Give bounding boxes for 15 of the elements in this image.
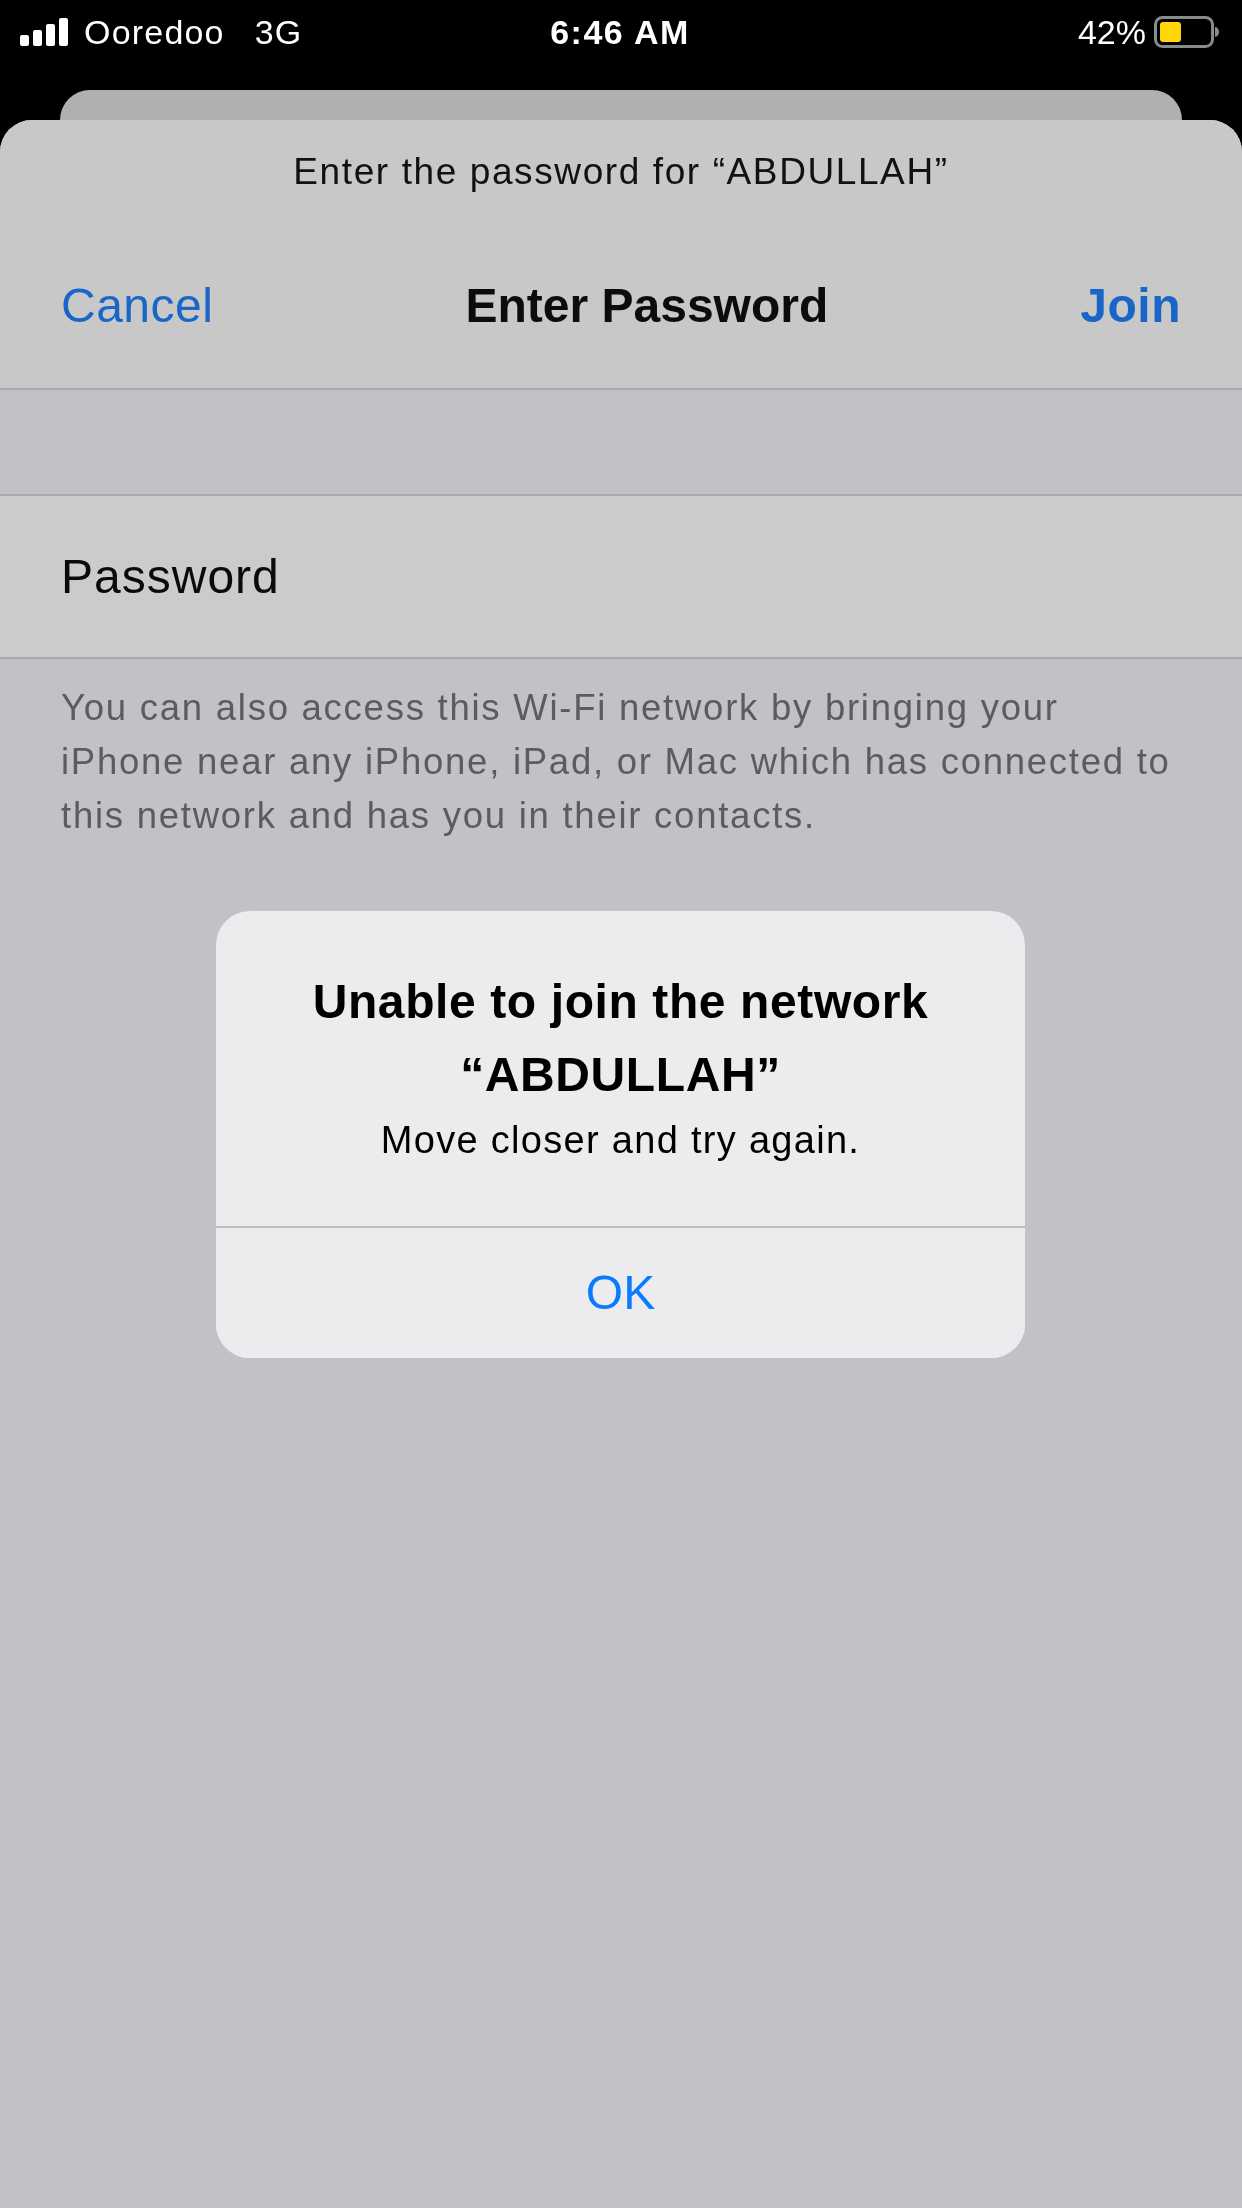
carrier-name: Ooredoo <box>84 11 225 53</box>
battery-icon <box>1154 16 1220 48</box>
join-button[interactable]: Join <box>1080 276 1181 336</box>
alert-title: Unable to join the network “ABDULLAH” <box>312 975 929 1101</box>
footer-text: You can also access this Wi-Fi network by bringing your iPhone near any iPhone, iPad, or Mac which has connected to this network and has you in their contacts. <box>61 687 1171 836</box>
cancel-button[interactable]: Cancel <box>61 276 214 336</box>
signal-bars-icon <box>20 18 70 46</box>
sheet-title: Enter Password <box>465 278 829 334</box>
clock-time: 6:46 AM <box>550 11 690 53</box>
prompt-text: Enter the password for “ABDULLAH” <box>293 151 949 192</box>
network-type: 3G <box>254 11 303 53</box>
password-field[interactable]: Password <box>0 494 1242 659</box>
battery-percent: 42% <box>1077 11 1146 53</box>
alert-message: Move closer and try again. <box>380 1119 861 1161</box>
ok-button[interactable]: OK <box>216 1226 1025 1358</box>
